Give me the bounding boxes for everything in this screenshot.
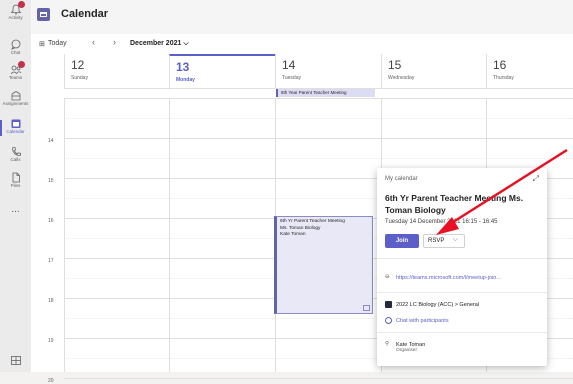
day-number: 12 xyxy=(71,58,85,72)
chevron-down-icon: ⌵ xyxy=(452,236,458,243)
rail-item-activity[interactable]: Activity xyxy=(0,1,31,21)
calendar-name: My calendar xyxy=(385,176,418,182)
meeting-link[interactable]: https://teams.microsoft.com/l/meetup-joi… xyxy=(396,275,501,281)
day-number: 15 xyxy=(388,58,402,72)
half-hour-line xyxy=(64,158,573,159)
activity-badge xyxy=(18,1,25,8)
meeting-link-row[interactable]: ⊖ https://teams.microsoft.com/l/meetup-jo… xyxy=(385,274,539,281)
rail-label: Activity xyxy=(8,15,23,20)
day-header-wednesday[interactable]: 15 Wednesday xyxy=(381,54,487,88)
today-icon: ⊞ xyxy=(39,41,45,48)
more-icon: ... xyxy=(11,204,20,215)
calendar-toolbar: ⊞ Today ‹ › December 2021 ⌵ xyxy=(31,34,573,55)
calendar-icon xyxy=(11,119,20,128)
expand-icon[interactable]: ⤢ xyxy=(533,174,539,184)
column-line xyxy=(169,98,170,372)
prev-week-chevron-icon[interactable]: ‹ xyxy=(92,37,95,47)
teams-meeting-icon xyxy=(363,305,370,311)
popup-event-title: 6th Yr Parent Teacher Meeting Ms. Toman … xyxy=(385,193,524,215)
rail-item-chat[interactable]: Chat xyxy=(0,39,31,56)
rsvp-dropdown[interactable]: RSVP ⌵ xyxy=(423,234,465,248)
day-name: Tuesday xyxy=(282,75,301,81)
column-line xyxy=(64,98,65,372)
teams-badge xyxy=(18,61,25,68)
half-hour-line xyxy=(64,118,573,119)
rail-item-assignments[interactable]: Assignments xyxy=(0,90,31,107)
day-number: 16 xyxy=(493,58,507,72)
calendar-app-icon xyxy=(37,8,50,21)
chat-icon xyxy=(10,39,20,50)
all-day-event[interactable]: 6th Year Parent Teacher Meeting xyxy=(276,89,375,97)
event-details-popup: My calendar ⤢ 6th Yr Parent Teacher Meet… xyxy=(377,168,547,366)
meeting-event-block[interactable]: 6th Yr Parent Teacher Meeting Ms. Toman … xyxy=(274,216,373,314)
day-header-monday[interactable]: 13 Monday xyxy=(169,54,276,90)
hour-label: 18 xyxy=(48,298,54,304)
day-headers: 12 Sunday 13 Monday 14 Tuesday 15 Wednes… xyxy=(64,54,573,90)
rail-item-calls[interactable]: Calls xyxy=(0,146,31,163)
event-organizer: Kate Toman xyxy=(280,232,306,237)
hour-label: 17 xyxy=(48,258,54,264)
organizer-role: Organiser xyxy=(396,348,418,353)
person-icon: ⚲ xyxy=(385,341,390,347)
link-icon: ⊖ xyxy=(385,274,390,280)
hour-label: 15 xyxy=(48,178,54,184)
divider xyxy=(377,258,547,259)
assignments-icon xyxy=(11,91,20,101)
more-apps-button[interactable]: ... xyxy=(0,204,31,215)
rail-label: Calls xyxy=(10,157,21,162)
day-number: 14 xyxy=(282,58,296,72)
rail-label: Calendar xyxy=(6,129,25,134)
rail-label: Teams xyxy=(8,75,23,80)
next-week-chevron-icon[interactable]: › xyxy=(113,37,116,47)
month-label: December 2021 xyxy=(130,40,182,47)
day-header-thursday[interactable]: 16 Thursday xyxy=(486,54,573,88)
app-header: Calendar xyxy=(31,0,573,34)
rail-label: Files xyxy=(10,183,21,188)
page-title: Calendar xyxy=(61,8,109,20)
organizer-row: ⚲ Kate Toman Organiser xyxy=(385,341,539,353)
hour-label: 20 xyxy=(48,378,54,384)
rail-label: Assignments xyxy=(2,101,29,106)
chat-with-participants-link[interactable]: Chat with participants xyxy=(396,318,449,324)
join-button[interactable]: Join xyxy=(385,234,419,248)
day-header-sunday[interactable]: 12 Sunday xyxy=(64,54,170,88)
channel-row[interactable]: 2022 LC Biology (ACC) > General xyxy=(385,301,539,308)
channel-name: 2022 LC Biology (ACC) > General xyxy=(396,301,479,308)
hour-label: 19 xyxy=(48,338,54,344)
divider xyxy=(377,292,547,293)
rail-item-teams[interactable]: Teams xyxy=(0,61,31,81)
rail-label: Chat xyxy=(10,50,21,55)
day-header-tuesday[interactable]: 14 Tuesday xyxy=(275,54,382,88)
hour-line xyxy=(64,378,573,379)
files-icon xyxy=(12,172,20,183)
hour-label: 16 xyxy=(48,218,54,224)
team-icon xyxy=(385,301,392,308)
chevron-down-icon: ⌵ xyxy=(183,40,189,47)
rail-item-files[interactable]: Files xyxy=(0,172,31,189)
hour-line xyxy=(64,138,573,139)
chat-row[interactable]: Chat with participants xyxy=(385,317,539,324)
day-name: Thursday xyxy=(493,75,514,81)
hour-label: 14 xyxy=(48,138,54,144)
rsvp-label: RSVP xyxy=(428,238,445,244)
rail-item-calendar[interactable]: Calendar xyxy=(0,118,31,136)
apps-button[interactable] xyxy=(0,355,31,366)
phone-icon xyxy=(11,147,21,156)
chat-icon xyxy=(385,317,392,324)
apps-icon xyxy=(10,356,21,365)
day-name: Wednesday xyxy=(388,75,415,81)
day-number: 13 xyxy=(176,60,190,74)
app-rail: Activity Chat Teams Assignments Calendar… xyxy=(0,0,32,372)
today-button[interactable]: Today xyxy=(48,40,67,47)
month-selector[interactable]: December 2021 ⌵ xyxy=(130,40,189,48)
day-name: Monday xyxy=(176,77,195,83)
day-name: Sunday xyxy=(71,75,88,81)
popup-event-time: Tuesday 14 December 2021 16:15 - 16:45 xyxy=(385,219,498,225)
divider xyxy=(377,332,547,333)
